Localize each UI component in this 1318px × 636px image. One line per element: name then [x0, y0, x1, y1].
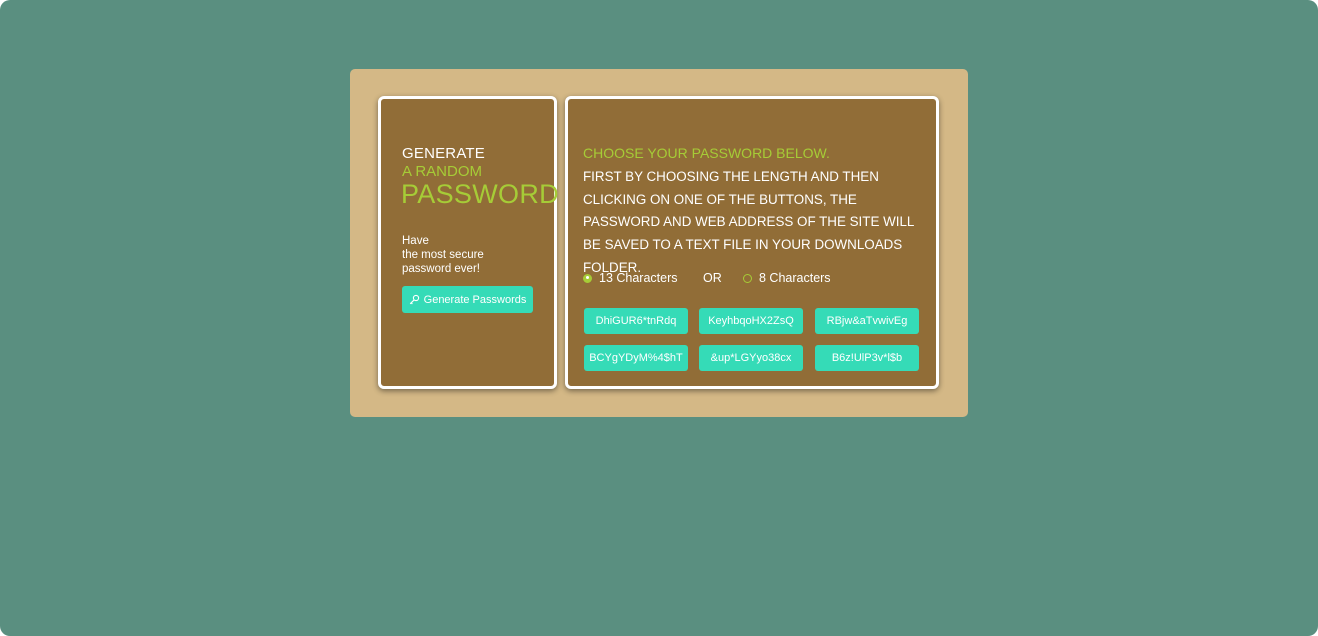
password-button-4[interactable]: BCYgYDyM%4$hT — [584, 345, 688, 371]
instructions-text: FIRST BY CHOOSING THE LENGTH AND THEN CL… — [583, 169, 914, 275]
app-background: GENERATE A RANDOM PASSWORD Have the most… — [0, 0, 1318, 636]
password-button-2[interactable]: KeyhbqoHX2ZsQ — [699, 308, 803, 334]
option-13-label: 13 Characters — [599, 271, 678, 285]
choose-heading: CHOOSE YOUR PASSWORD BELOW. — [583, 145, 830, 161]
tagline-line-2: the most secure — [402, 249, 484, 261]
password-panel: CHOOSE YOUR PASSWORD BELOW. FIRST BY CHO… — [565, 96, 939, 389]
tagline-line-1: Have — [402, 235, 429, 247]
generate-passwords-label: Generate Passwords — [423, 293, 527, 306]
password-button-5[interactable]: &up*LGYyo38cx — [699, 345, 803, 371]
title-password: PASSWORD — [401, 179, 559, 209]
tagline: Have the most secure password ever! — [402, 234, 484, 276]
password-button-1[interactable]: DhiGUR6*tnRdq — [584, 308, 688, 334]
title-generate: GENERATE — [402, 145, 486, 162]
key-icon — [409, 294, 420, 305]
generate-passwords-button[interactable]: Generate Passwords — [402, 286, 533, 313]
tagline-line-3: password ever! — [402, 263, 480, 275]
option-8-label: 8 Characters — [759, 271, 831, 285]
title-a-random: A RANDOM — [402, 163, 483, 180]
password-button-3[interactable]: RBjw&aTvwivEg — [815, 308, 919, 334]
option-13-characters[interactable]: 13 Characters — [583, 270, 678, 286]
password-button-6[interactable]: B6z!UlP3v*l$b — [815, 345, 919, 371]
radio-13-characters[interactable] — [583, 273, 592, 283]
option-8-characters[interactable]: 8 Characters — [743, 270, 831, 286]
radio-8-characters[interactable] — [743, 273, 752, 283]
intro-panel: GENERATE A RANDOM PASSWORD Have the most… — [378, 96, 559, 389]
or-separator: OR — [703, 271, 722, 285]
